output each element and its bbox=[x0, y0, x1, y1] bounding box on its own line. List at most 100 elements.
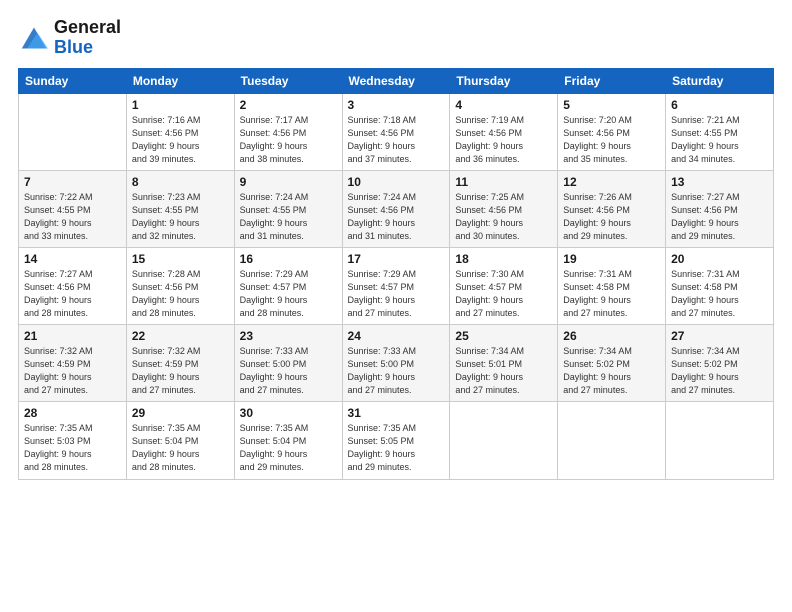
calendar-cell: 11 Sunrise: 7:25 AM Sunset: 4:56 PM Dayli… bbox=[450, 170, 558, 247]
calendar-cell: 1 Sunrise: 7:16 AM Sunset: 4:56 PM Daylig… bbox=[126, 93, 234, 170]
day-number: 26 bbox=[563, 329, 660, 343]
day-info: Sunrise: 7:32 AM Sunset: 4:59 PM Dayligh… bbox=[132, 345, 229, 397]
day-number: 29 bbox=[132, 406, 229, 420]
calendar-cell: 23 Sunrise: 7:33 AM Sunset: 5:00 PM Dayli… bbox=[234, 325, 342, 402]
day-info: Sunrise: 7:23 AM Sunset: 4:55 PM Dayligh… bbox=[132, 191, 229, 243]
calendar-cell: 29 Sunrise: 7:35 AM Sunset: 5:04 PM Dayli… bbox=[126, 402, 234, 479]
calendar-cell: 3 Sunrise: 7:18 AM Sunset: 4:56 PM Daylig… bbox=[342, 93, 450, 170]
calendar-cell: 28 Sunrise: 7:35 AM Sunset: 5:03 PM Dayli… bbox=[19, 402, 127, 479]
calendar-cell: 22 Sunrise: 7:32 AM Sunset: 4:59 PM Dayli… bbox=[126, 325, 234, 402]
calendar-cell: 5 Sunrise: 7:20 AM Sunset: 4:56 PM Daylig… bbox=[558, 93, 666, 170]
day-number: 20 bbox=[671, 252, 768, 266]
calendar-cell bbox=[450, 402, 558, 479]
day-number: 22 bbox=[132, 329, 229, 343]
day-number: 4 bbox=[455, 98, 552, 112]
logo-icon bbox=[18, 24, 50, 52]
day-info: Sunrise: 7:35 AM Sunset: 5:04 PM Dayligh… bbox=[240, 422, 337, 474]
day-number: 15 bbox=[132, 252, 229, 266]
calendar-cell: 18Sunrise: 7:30 AM Sunset: 4:57 PM Dayli… bbox=[450, 247, 558, 324]
day-info: Sunrise: 7:35 AM Sunset: 5:03 PM Dayligh… bbox=[24, 422, 121, 474]
day-number: 8 bbox=[132, 175, 229, 189]
calendar-cell: 8 Sunrise: 7:23 AM Sunset: 4:55 PM Daylig… bbox=[126, 170, 234, 247]
calendar-cell: 13 Sunrise: 7:27 AM Sunset: 4:56 PM Dayli… bbox=[666, 170, 774, 247]
day-number: 2 bbox=[240, 98, 337, 112]
day-number: 27 bbox=[671, 329, 768, 343]
calendar-cell: 21Sunrise: 7:32 AM Sunset: 4:59 PM Dayli… bbox=[19, 325, 127, 402]
day-info: Sunrise: 7:33 AM Sunset: 5:00 PM Dayligh… bbox=[240, 345, 337, 397]
calendar-week-row: 7 Sunrise: 7:22 AM Sunset: 4:55 PM Daylig… bbox=[19, 170, 774, 247]
day-info: Sunrise: 7:31 AM Sunset: 4:58 PM Dayligh… bbox=[563, 268, 660, 320]
calendar-header-sunday: Sunday bbox=[19, 68, 127, 93]
day-info: Sunrise: 7:22 AM Sunset: 4:55 PM Dayligh… bbox=[24, 191, 121, 243]
day-number: 24 bbox=[348, 329, 445, 343]
day-number: 28 bbox=[24, 406, 121, 420]
day-number: 11 bbox=[455, 175, 552, 189]
day-number: 23 bbox=[240, 329, 337, 343]
calendar-cell bbox=[666, 402, 774, 479]
day-number: 17 bbox=[348, 252, 445, 266]
day-number: 1 bbox=[132, 98, 229, 112]
logo-text: General Blue bbox=[54, 18, 121, 58]
day-info: Sunrise: 7:16 AM Sunset: 4:56 PM Dayligh… bbox=[132, 114, 229, 166]
day-info: Sunrise: 7:29 AM Sunset: 4:57 PM Dayligh… bbox=[348, 268, 445, 320]
day-info: Sunrise: 7:33 AM Sunset: 5:00 PM Dayligh… bbox=[348, 345, 445, 397]
day-number: 3 bbox=[348, 98, 445, 112]
day-number: 31 bbox=[348, 406, 445, 420]
calendar-cell: 27 Sunrise: 7:34 AM Sunset: 5:02 PM Dayli… bbox=[666, 325, 774, 402]
day-number: 7 bbox=[24, 175, 121, 189]
day-info: Sunrise: 7:34 AM Sunset: 5:01 PM Dayligh… bbox=[455, 345, 552, 397]
day-number: 10 bbox=[348, 175, 445, 189]
day-info: Sunrise: 7:26 AM Sunset: 4:56 PM Dayligh… bbox=[563, 191, 660, 243]
day-info: Sunrise: 7:35 AM Sunset: 5:04 PM Dayligh… bbox=[132, 422, 229, 474]
calendar-cell: 15 Sunrise: 7:28 AM Sunset: 4:56 PM Dayli… bbox=[126, 247, 234, 324]
day-info: Sunrise: 7:24 AM Sunset: 4:56 PM Dayligh… bbox=[348, 191, 445, 243]
day-number: 30 bbox=[240, 406, 337, 420]
day-info: Sunrise: 7:35 AM Sunset: 5:05 PM Dayligh… bbox=[348, 422, 445, 474]
calendar-cell: 26Sunrise: 7:34 AM Sunset: 5:02 PM Dayli… bbox=[558, 325, 666, 402]
calendar-cell: 30 Sunrise: 7:35 AM Sunset: 5:04 PM Dayli… bbox=[234, 402, 342, 479]
calendar-cell: 4 Sunrise: 7:19 AM Sunset: 4:56 PM Daylig… bbox=[450, 93, 558, 170]
day-number: 9 bbox=[240, 175, 337, 189]
header: General Blue bbox=[18, 18, 774, 58]
calendar-cell: 2 Sunrise: 7:17 AM Sunset: 4:56 PM Daylig… bbox=[234, 93, 342, 170]
calendar-header-monday: Monday bbox=[126, 68, 234, 93]
calendar-header-saturday: Saturday bbox=[666, 68, 774, 93]
calendar-cell: 31 Sunrise: 7:35 AM Sunset: 5:05 PM Dayli… bbox=[342, 402, 450, 479]
day-number: 5 bbox=[563, 98, 660, 112]
calendar-cell bbox=[19, 93, 127, 170]
day-number: 14 bbox=[24, 252, 121, 266]
day-info: Sunrise: 7:27 AM Sunset: 4:56 PM Dayligh… bbox=[671, 191, 768, 243]
calendar-cell: 9 Sunrise: 7:24 AM Sunset: 4:55 PM Daylig… bbox=[234, 170, 342, 247]
calendar-header-tuesday: Tuesday bbox=[234, 68, 342, 93]
day-info: Sunrise: 7:28 AM Sunset: 4:56 PM Dayligh… bbox=[132, 268, 229, 320]
calendar-cell: 19 Sunrise: 7:31 AM Sunset: 4:58 PM Dayli… bbox=[558, 247, 666, 324]
day-number: 18 bbox=[455, 252, 552, 266]
day-info: Sunrise: 7:18 AM Sunset: 4:56 PM Dayligh… bbox=[348, 114, 445, 166]
day-info: Sunrise: 7:17 AM Sunset: 4:56 PM Dayligh… bbox=[240, 114, 337, 166]
logo: General Blue bbox=[18, 18, 121, 58]
calendar-cell: 16Sunrise: 7:29 AM Sunset: 4:57 PM Dayli… bbox=[234, 247, 342, 324]
day-number: 12 bbox=[563, 175, 660, 189]
calendar-header-wednesday: Wednesday bbox=[342, 68, 450, 93]
calendar-cell: 24 Sunrise: 7:33 AM Sunset: 5:00 PM Dayli… bbox=[342, 325, 450, 402]
calendar-cell: 17 Sunrise: 7:29 AM Sunset: 4:57 PM Dayli… bbox=[342, 247, 450, 324]
calendar-cell: 12 Sunrise: 7:26 AM Sunset: 4:56 PM Dayli… bbox=[558, 170, 666, 247]
calendar-header-friday: Friday bbox=[558, 68, 666, 93]
day-number: 13 bbox=[671, 175, 768, 189]
calendar-cell: 10 Sunrise: 7:24 AM Sunset: 4:56 PM Dayli… bbox=[342, 170, 450, 247]
day-info: Sunrise: 7:25 AM Sunset: 4:56 PM Dayligh… bbox=[455, 191, 552, 243]
day-info: Sunrise: 7:32 AM Sunset: 4:59 PM Dayligh… bbox=[24, 345, 121, 397]
day-info: Sunrise: 7:19 AM Sunset: 4:56 PM Dayligh… bbox=[455, 114, 552, 166]
day-info: Sunrise: 7:34 AM Sunset: 5:02 PM Dayligh… bbox=[671, 345, 768, 397]
day-number: 25 bbox=[455, 329, 552, 343]
day-info: Sunrise: 7:31 AM Sunset: 4:58 PM Dayligh… bbox=[671, 268, 768, 320]
day-info: Sunrise: 7:20 AM Sunset: 4:56 PM Dayligh… bbox=[563, 114, 660, 166]
calendar-week-row: 1 Sunrise: 7:16 AM Sunset: 4:56 PM Daylig… bbox=[19, 93, 774, 170]
day-number: 19 bbox=[563, 252, 660, 266]
day-info: Sunrise: 7:24 AM Sunset: 4:55 PM Dayligh… bbox=[240, 191, 337, 243]
calendar-cell: 25 Sunrise: 7:34 AM Sunset: 5:01 PM Dayli… bbox=[450, 325, 558, 402]
calendar-table: SundayMondayTuesdayWednesdayThursdayFrid… bbox=[18, 68, 774, 480]
day-number: 16 bbox=[240, 252, 337, 266]
day-info: Sunrise: 7:21 AM Sunset: 4:55 PM Dayligh… bbox=[671, 114, 768, 166]
calendar-header-thursday: Thursday bbox=[450, 68, 558, 93]
